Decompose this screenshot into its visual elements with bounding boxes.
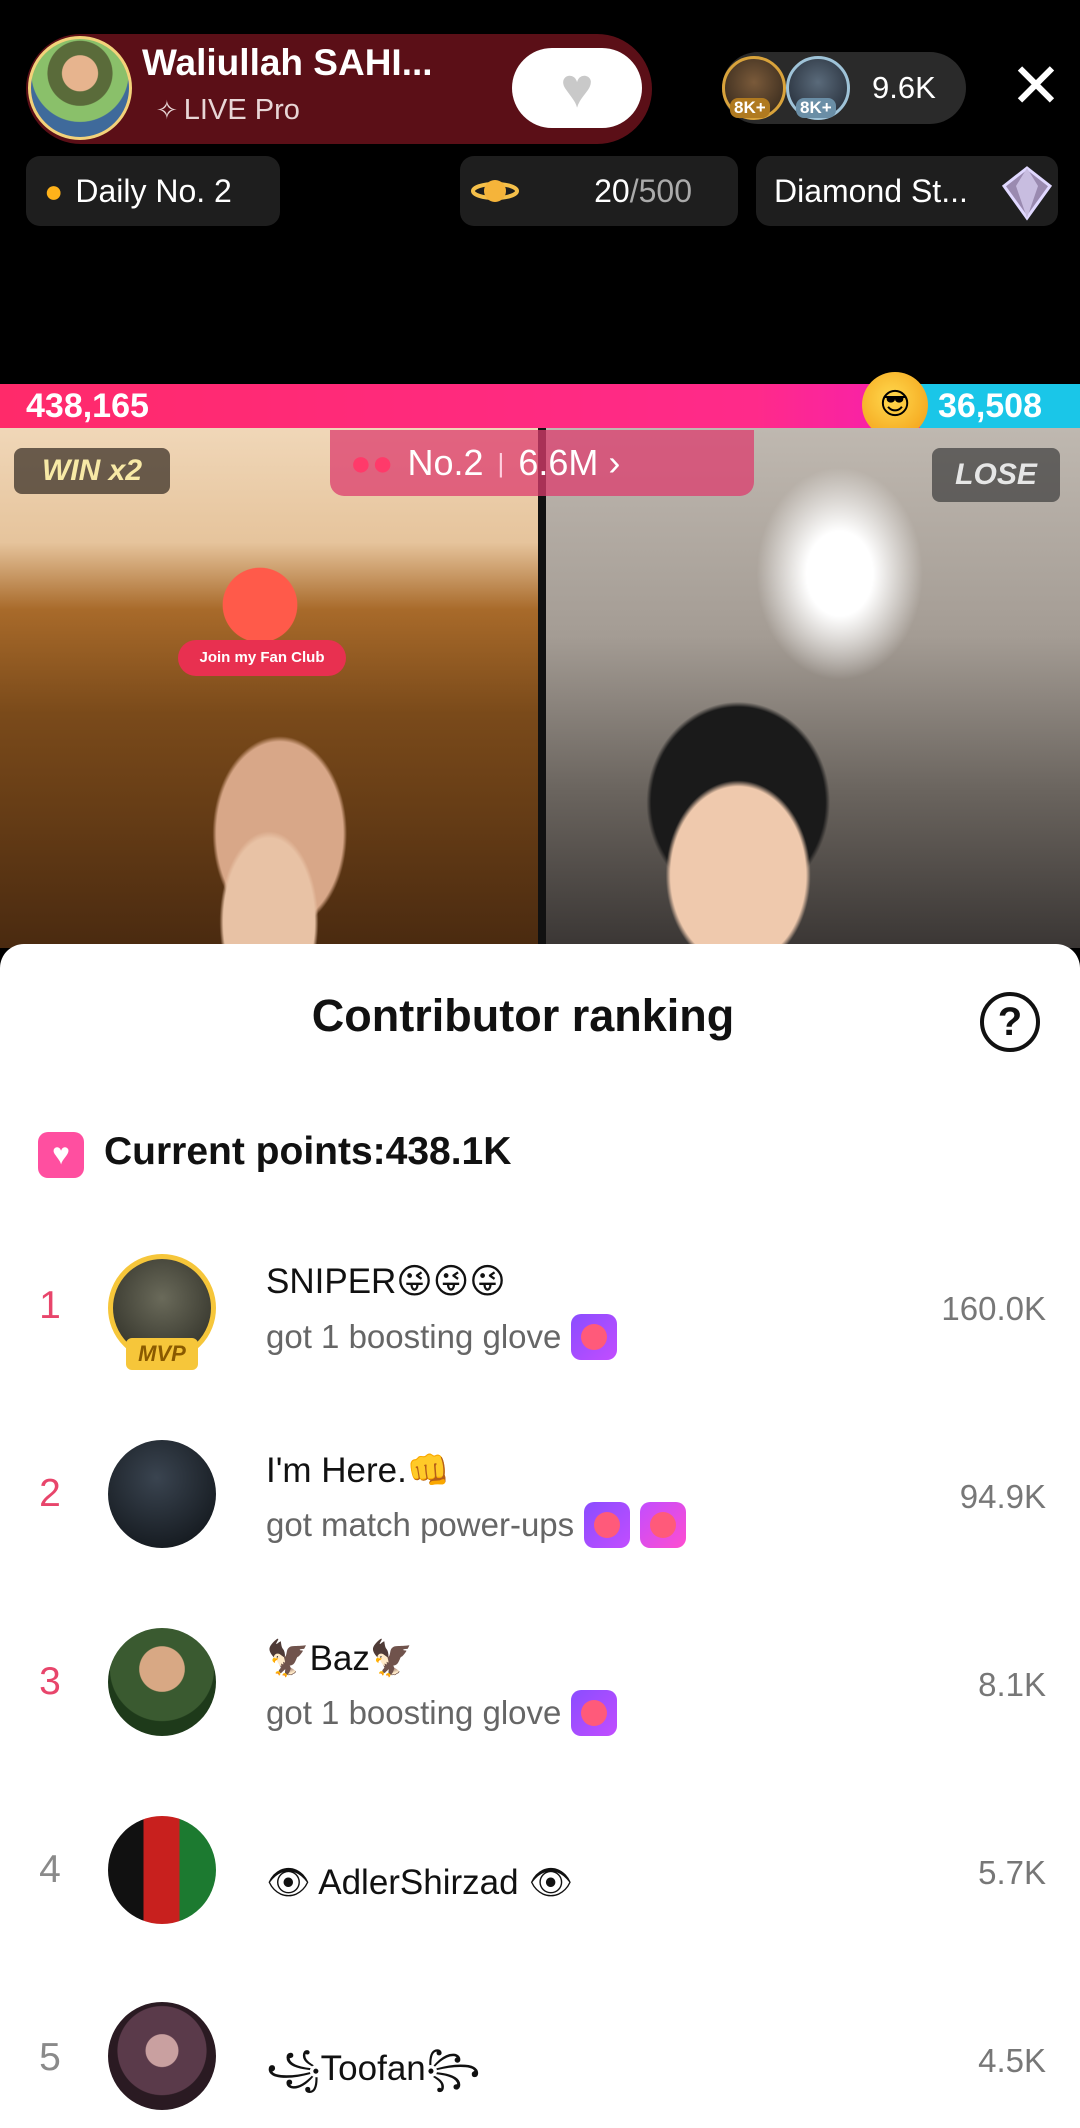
rank-number: 3 bbox=[39, 1660, 61, 1703]
sparkle-icon: ✧ bbox=[156, 95, 178, 125]
rank-number: 1 bbox=[39, 1284, 61, 1327]
chevron-right-icon: › bbox=[608, 442, 621, 483]
planet-icon bbox=[471, 180, 519, 202]
contributor-name[interactable]: 👁 AdlerShirzad 👁 bbox=[266, 1862, 573, 1903]
contributor-avatar[interactable] bbox=[108, 1628, 216, 1736]
rank-number: 5 bbox=[39, 2036, 61, 2079]
lose-badge: LOSE bbox=[932, 448, 1060, 502]
contributor-detail-text: got 1 boosting glove bbox=[266, 1694, 562, 1731]
current-points: Current points:438.1K bbox=[104, 1130, 512, 1173]
host-avatar[interactable] bbox=[28, 36, 132, 140]
contributor-name[interactable]: SNIPER😜😜😜 bbox=[266, 1262, 506, 1302]
contributor-detail: got 1 boosting glove bbox=[266, 1690, 618, 1736]
boosting-glove-icon bbox=[571, 1690, 618, 1736]
contributor-name[interactable]: ꧁Toofan꧂ bbox=[266, 2042, 480, 2113]
contributor-detail-text: got 1 boosting glove bbox=[266, 1318, 562, 1355]
boosting-glove-icon bbox=[584, 1502, 631, 1548]
right-score: 36,508 bbox=[938, 387, 1042, 425]
like-count: 1 bbox=[0, 0, 9, 17]
help-icon[interactable]: ? bbox=[980, 992, 1040, 1052]
left-score: 438,165 bbox=[26, 387, 149, 425]
diamond-icon bbox=[1001, 166, 1053, 221]
contributor-score: 8.1K bbox=[978, 1666, 1046, 1703]
contributor-score: 4.5K bbox=[978, 2042, 1046, 2079]
team-icon: ●● bbox=[350, 442, 394, 483]
video-divider bbox=[538, 428, 546, 948]
host-video[interactable] bbox=[0, 428, 538, 948]
viewer-badge: 8K+ bbox=[796, 98, 836, 118]
win-badge: WIN x2 bbox=[14, 448, 170, 494]
daily-rank-label: Daily No. 2 bbox=[75, 172, 232, 209]
opponent-video[interactable] bbox=[546, 428, 1080, 948]
host-tier-label: LIVE Pro bbox=[183, 94, 300, 126]
sheet-title: Contributor ranking bbox=[311, 990, 735, 1041]
heart-icon: ♥ bbox=[560, 56, 594, 119]
host-name: Waliullah SAHI... bbox=[142, 42, 433, 83]
contributor-avatar[interactable] bbox=[108, 1816, 216, 1924]
points-icon: ♥ bbox=[38, 1132, 84, 1178]
rank-pill[interactable]: ●● No.2 | 6.6M › bbox=[330, 430, 754, 496]
power-up-icon bbox=[640, 1502, 687, 1548]
rank-value: 6.6M bbox=[518, 442, 599, 483]
contributor-score: 5.7K bbox=[978, 1854, 1046, 1891]
daily-rank-chip[interactable]: ● Daily No. 2 bbox=[26, 156, 280, 226]
host-tier: ✧ LIVE Pro bbox=[156, 94, 300, 127]
contributor-detail: got match power-ups bbox=[266, 1502, 687, 1548]
like-button[interactable]: ♥ bbox=[512, 48, 642, 128]
rank-number: 2 bbox=[39, 1472, 61, 1515]
contributor-score: 94.9K bbox=[959, 1478, 1046, 1515]
rank-label: No.2 bbox=[407, 442, 484, 483]
fan-club-heart-icon[interactable] bbox=[210, 560, 310, 650]
boosting-glove-icon bbox=[571, 1314, 618, 1360]
viewer-badge: 8K+ bbox=[730, 98, 770, 118]
close-icon[interactable]: ✕ bbox=[1010, 56, 1062, 118]
contributor-name[interactable]: 🦅Baz🦅 bbox=[266, 1638, 413, 1679]
flame-icon: ● bbox=[44, 172, 64, 209]
divider: | bbox=[497, 447, 505, 478]
contributor-avatar[interactable] bbox=[108, 1440, 216, 1548]
contributor-detail: got 1 boosting glove bbox=[266, 1314, 618, 1360]
mvp-badge: MVP bbox=[126, 1338, 198, 1370]
contributor-detail-text: got match power-ups bbox=[266, 1506, 575, 1543]
contributor-name[interactable]: I'm Here.👊 bbox=[266, 1450, 450, 1491]
progress-current: 20 bbox=[594, 172, 630, 209]
contributor-avatar[interactable] bbox=[108, 2002, 216, 2110]
diamond-label: Diamond St... bbox=[774, 172, 968, 209]
progress-total: /500 bbox=[629, 172, 692, 209]
rank-number: 4 bbox=[39, 1848, 61, 1891]
viewer-count: 9.6K bbox=[872, 70, 936, 105]
contributor-score: 160.0K bbox=[941, 1290, 1046, 1327]
fan-club-button[interactable]: Join my Fan Club bbox=[178, 640, 346, 676]
